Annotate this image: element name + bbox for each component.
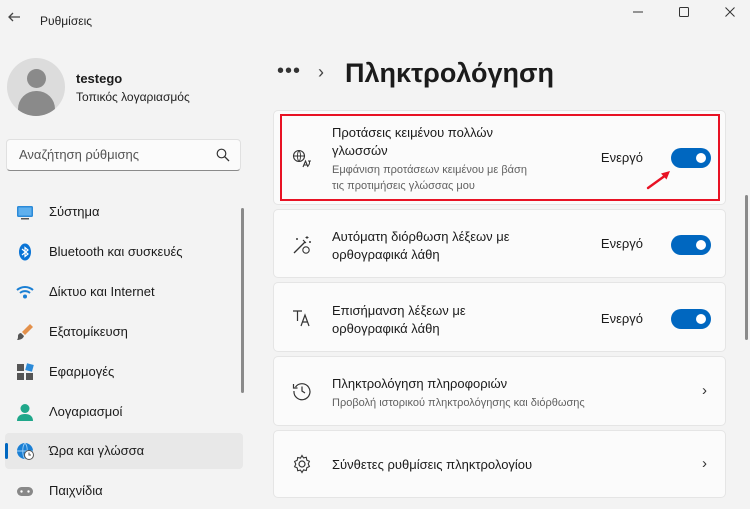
bluetooth-icon [19,243,31,261]
setting-highlight-misspelled[interactable]: Επισήμανση λέξεων με ορθογραφικά λάθη Εν… [273,282,726,352]
setting-autocorrect[interactable]: Αυτόματη διόρθωση λέξεων με ορθογραφικά … [273,209,726,278]
sidebar-item-gaming[interactable]: Παιχνίδια [5,473,243,509]
main-scrollbar[interactable] [745,195,748,340]
sidebar-item-personalization[interactable]: Εξατομίκευση [5,314,243,350]
highlight-misspelled-toggle[interactable] [671,309,711,329]
setting-description: Προβολή ιστορικού πληκτρολόγησης και διό… [332,397,585,409]
sidebar-item-bluetooth[interactable]: Bluetooth και συσκευές [5,234,243,270]
selection-indicator [5,443,8,459]
setting-title: Πληκτρολόγηση πληροφοριών [332,376,508,391]
time-language-icon [17,442,34,460]
breadcrumb-separator: › [318,62,324,82]
sidebar-item-label: Σύστημα [49,204,100,219]
setting-typing-insights[interactable]: Πληκτρολόγηση πληροφοριών Προβολή ιστορι… [273,356,726,426]
arrow-left-icon [8,12,20,22]
setting-advanced-keyboard[interactable]: Σύνθετες ρυθμίσεις πληκτρολογίου › [273,430,726,498]
avatar-head [27,69,46,88]
toggle-knob [696,240,706,250]
user-name: testego [76,71,123,86]
autocorrect-toggle[interactable] [671,235,711,255]
avatar-body [18,91,55,116]
sidebar-item-time-language[interactable]: Ώρα και γλώσσα [5,433,243,469]
avatar[interactable] [7,58,65,116]
setting-title: Σύνθετες ρυθμίσεις πληκτρολογίου [332,457,533,472]
breadcrumb-more[interactable]: ••• [277,60,301,83]
minimize-button[interactable] [626,5,650,23]
wifi-icon [16,286,34,299]
spellcheck-icon [293,310,310,327]
sidebar-item-network[interactable]: Δίκτυο και Internet [5,274,243,310]
close-button[interactable] [718,5,742,23]
brush-icon [17,324,33,340]
sidebar-scrollbar[interactable] [241,208,244,393]
minimize-icon [633,11,643,13]
title-bar: Ρυθμίσεις [0,0,750,40]
close-icon [725,7,735,17]
sidebar-item-label: Bluetooth και συσκευές [49,244,183,259]
maximize-button[interactable] [672,5,696,23]
toggle-knob [696,314,706,324]
toggle-state: Ενεργό [600,311,643,326]
sidebar-item-label: Λογαριασμοί [49,404,123,419]
sidebar-item-accounts[interactable]: Λογαριασμοί [5,394,243,430]
sidebar-item-label: Εξατομίκευση [49,324,128,339]
account-type: Τοπικός λογαριασμός [76,90,190,104]
sidebar-item-label: Εφαρμογές [49,364,115,379]
account-icon [17,404,33,421]
apps-icon [17,363,34,380]
sidebar-item-label: Παιχνίδια [49,483,103,498]
gear-icon [293,454,311,474]
search-icon[interactable] [216,148,230,162]
page-title: Πληκτρολόγηση [345,58,554,88]
sidebar-item-system[interactable]: Σύστημα [5,194,243,230]
search-box[interactable] [6,139,241,171]
system-icon [17,206,33,220]
autocorrect-icon [293,236,311,254]
sidebar-item-label: Ώρα και γλώσσα [49,443,145,458]
red-arrow-icon [646,171,670,190]
sidebar-item-apps[interactable]: Εφαρμογές [5,354,243,390]
gaming-icon [17,487,33,496]
setting-title: Αυτόματη διόρθωση λέξεων με ορθογραφικά … [332,229,510,262]
setting-title: Επισήμανση λέξεων με ορθογραφικά λάθη [332,303,466,336]
maximize-icon [679,7,689,17]
back-button[interactable] [6,10,22,26]
toggle-state: Ενεργό [600,236,643,251]
search-input[interactable] [17,146,211,163]
sidebar-item-label: Δίκτυο και Internet [49,284,155,299]
app-title: Ρυθμίσεις [40,14,93,28]
chevron-right-icon: › [702,455,707,472]
chevron-right-icon: › [702,382,707,399]
history-icon [292,383,311,401]
